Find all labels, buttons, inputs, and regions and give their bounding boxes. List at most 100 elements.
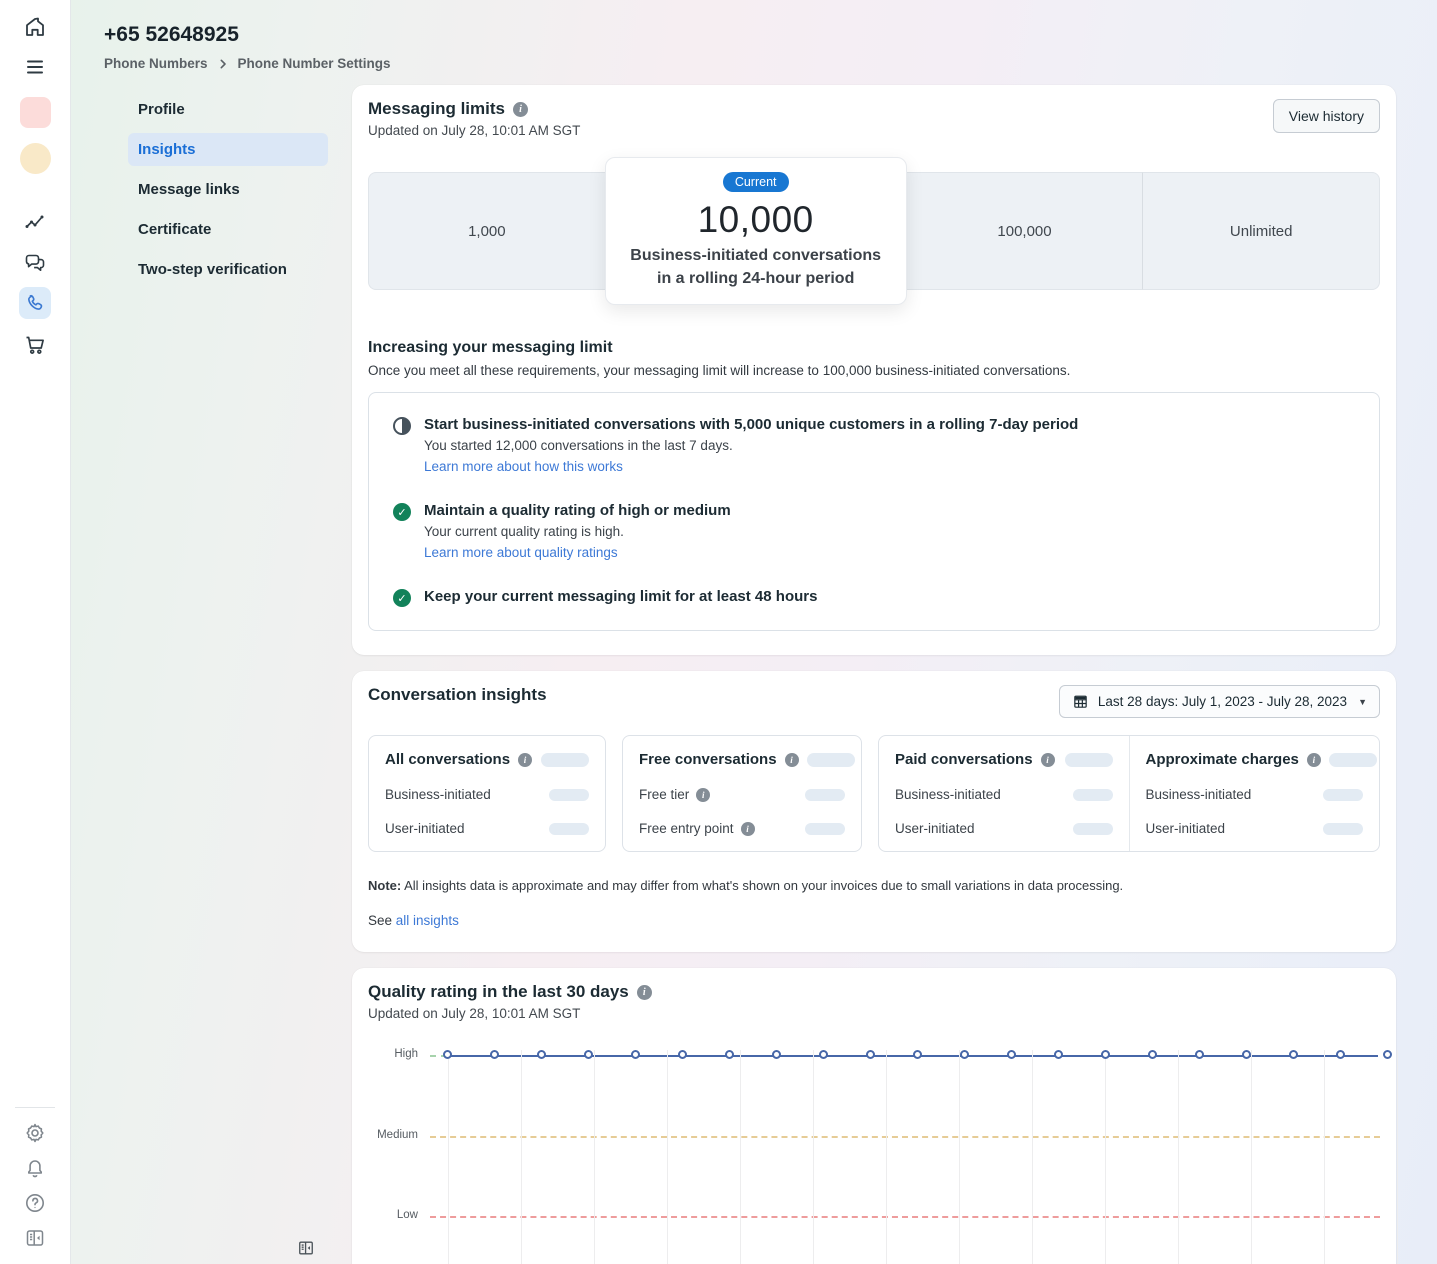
- current-badge: Current: [722, 171, 789, 192]
- metric-row: Business-initiated: [1145, 787, 1363, 802]
- messaging-limits-title: Messaging limits i: [368, 99, 580, 119]
- chart-marker: [1383, 1050, 1392, 1059]
- metric-card-free-conversations: Free conversations i Free tier i Free entry…: [622, 735, 862, 852]
- loading-placeholder: [1072, 788, 1113, 801]
- chart-marker: [1007, 1050, 1016, 1059]
- metric-label: Business-initiated: [1145, 787, 1252, 802]
- chart-gridline: [1324, 1050, 1325, 1264]
- collapse-sidebar-icon[interactable]: [23, 1226, 47, 1250]
- metric-label: User-initiated: [1145, 821, 1226, 836]
- breadcrumb-chevron-icon: [217, 58, 229, 70]
- info-icon[interactable]: i: [740, 821, 755, 836]
- analytics-icon[interactable]: [23, 210, 47, 234]
- chart-gridline: [959, 1050, 960, 1264]
- sidebar-item-two-step-verification[interactable]: Two-step verification: [128, 253, 328, 286]
- chart-marker: [584, 1050, 593, 1059]
- notifications-bell-icon[interactable]: [23, 1156, 47, 1180]
- chart-marker: [1101, 1050, 1110, 1059]
- quality-rating-updated: Updated on July 28, 10:01 AM SGT: [368, 1006, 581, 1021]
- workspace-pink-avatar[interactable]: [19, 97, 51, 128]
- loading-placeholder: [806, 752, 855, 767]
- phone-icon[interactable]: [19, 287, 51, 319]
- requirement-detail: Your current quality rating is high.: [424, 524, 624, 539]
- chart-gridline: [521, 1050, 522, 1264]
- chart-marker: [631, 1050, 640, 1059]
- requirement-detail: You started 12,000 conversations in the …: [424, 438, 733, 453]
- metric-row: Free tier i: [639, 787, 845, 802]
- conversation-insights-title: Conversation insights: [368, 685, 547, 704]
- menu-icon[interactable]: [23, 55, 47, 79]
- requirement-title: Maintain a quality rating of high or med…: [424, 502, 731, 519]
- y-label-high: High: [394, 1048, 418, 1060]
- info-icon[interactable]: i: [1040, 752, 1055, 767]
- chart-marker: [1054, 1050, 1063, 1059]
- chart-marker: [490, 1050, 499, 1059]
- metric-card-paid-and-charges: Paid conversations i Business-initiated Us…: [878, 735, 1380, 852]
- settings-gear-icon[interactable]: [23, 1121, 47, 1145]
- workspace-yellow-avatar[interactable]: [19, 143, 51, 174]
- home-icon[interactable]: [23, 15, 47, 39]
- info-icon[interactable]: i: [696, 787, 711, 802]
- chart-gridline: [1397, 1050, 1398, 1264]
- chart-marker: [960, 1050, 969, 1059]
- chart-medium-threshold-line: [430, 1136, 1380, 1138]
- commerce-cart-icon[interactable]: [23, 333, 47, 357]
- chart-marker: [1242, 1050, 1251, 1059]
- loading-placeholder: [805, 788, 845, 801]
- current-tier-value: 10,000: [697, 198, 814, 240]
- info-icon[interactable]: i: [636, 984, 652, 1000]
- help-icon[interactable]: [23, 1191, 47, 1215]
- chart-gridline: [1032, 1050, 1033, 1264]
- all-insights-link[interactable]: all insights: [396, 913, 459, 928]
- chart-gridline: [886, 1050, 887, 1264]
- messages-icon[interactable]: [23, 251, 47, 275]
- requirement-item: ✓ Maintain a quality rating of high or me…: [393, 502, 1355, 562]
- info-icon[interactable]: i: [512, 101, 528, 117]
- note-text: All insights data is approximate and may…: [404, 878, 1124, 893]
- metric-label: Free entry point: [639, 821, 734, 836]
- chart-marker: [1195, 1050, 1204, 1059]
- metric-label: Business-initiated: [385, 787, 491, 802]
- check-circle-icon: ✓: [393, 589, 411, 607]
- breadcrumb: Phone Numbers Phone Number Settings: [104, 56, 1396, 71]
- quality-rating-chart: High Medium Low: [368, 1038, 1398, 1264]
- quality-rating-card: Quality rating in the last 30 days i Upd…: [352, 968, 1398, 1264]
- info-icon[interactable]: i: [518, 752, 533, 767]
- metric-card-all-conversations: All conversations i Business-initiated Use…: [368, 735, 606, 852]
- sidebar-item-certificate[interactable]: Certificate: [128, 213, 328, 246]
- quality-rating-title: Quality rating in the last 30 days i: [368, 982, 1380, 1002]
- info-icon[interactable]: i: [1306, 752, 1321, 767]
- requirement-title: Keep your current messaging limit for at…: [424, 588, 818, 605]
- collapse-panel-icon[interactable]: [296, 1238, 316, 1258]
- breadcrumb-phone-numbers[interactable]: Phone Numbers: [104, 56, 208, 71]
- learn-more-link[interactable]: Learn more about quality ratings: [424, 545, 618, 560]
- sidebar-item-message-links[interactable]: Message links: [128, 173, 328, 206]
- check-circle-icon: ✓: [393, 503, 411, 521]
- chart-marker: [1336, 1050, 1345, 1059]
- breadcrumb-phone-number-settings: Phone Number Settings: [237, 56, 391, 71]
- date-range-selector[interactable]: Last 28 days: July 1, 2023 - July 28, 20…: [1058, 685, 1380, 718]
- sidebar-item-insights[interactable]: Insights: [128, 133, 328, 166]
- chart-gridline: [1251, 1050, 1252, 1264]
- loading-placeholder: [541, 752, 589, 767]
- view-history-button[interactable]: View history: [1272, 99, 1380, 133]
- date-range-label: Last 28 days: July 1, 2023 - July 28, 20…: [1097, 694, 1348, 709]
- messaging-limits-card: Messaging limits i Updated on July 28, 1…: [352, 85, 1396, 655]
- half-complete-icon: [393, 417, 411, 435]
- learn-more-link[interactable]: Learn more about how this works: [424, 459, 623, 474]
- calendar-icon: [1074, 695, 1087, 708]
- note-label: Note:: [368, 878, 402, 893]
- requirement-title: Start business-initiated conversations w…: [424, 416, 1079, 433]
- metric-row: Business-initiated: [385, 787, 589, 802]
- y-label-low: Low: [396, 1209, 418, 1221]
- info-icon[interactable]: i: [784, 752, 799, 767]
- loading-placeholder: [1064, 752, 1113, 767]
- loading-placeholder: [549, 788, 589, 801]
- requirements-list: Start business-initiated conversations w…: [368, 392, 1380, 631]
- chart-marker: [678, 1050, 687, 1059]
- page-title: +65 52648925: [104, 23, 239, 46]
- metric-row: User-initiated: [385, 821, 589, 836]
- sidebar-item-profile[interactable]: Profile: [128, 93, 328, 126]
- loading-placeholder: [1323, 788, 1363, 801]
- current-tier-description: Business-initiated conversations in a ro…: [630, 246, 882, 287]
